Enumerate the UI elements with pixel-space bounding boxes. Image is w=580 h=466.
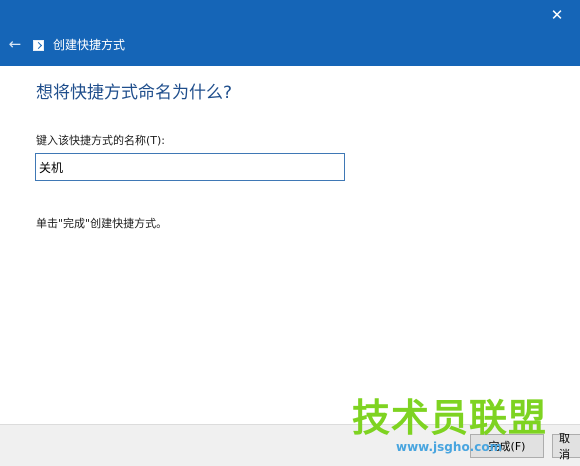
shortcut-name-input[interactable] [35,153,345,181]
title-bar [0,0,580,66]
page-heading: 想将快捷方式命名为什么? [36,83,233,103]
cancel-button[interactable]: 取消 [552,432,580,461]
watermark-logo-text: 技术员联盟 [352,396,548,440]
instruction-text: 单击"完成"创建快捷方式。 [36,217,168,230]
close-button[interactable]: ✕ [534,0,580,30]
back-arrow-icon: ← [8,35,22,53]
shortcut-name-label: 键入该快捷方式的名称(T): [36,134,166,147]
wizard-title: 创建快捷方式 [53,38,126,52]
back-button[interactable]: ← [2,32,28,56]
close-icon: ✕ [550,6,564,24]
watermark-url: www.jsgho.com [396,440,503,454]
shortcut-icon [33,40,44,51]
